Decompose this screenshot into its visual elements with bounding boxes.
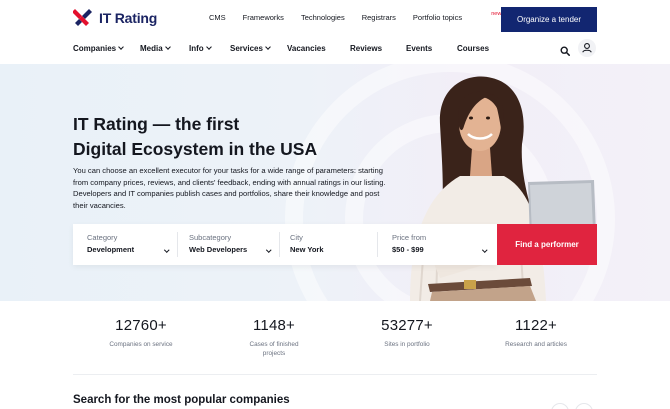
top-link-frameworks[interactable]: Frameworks xyxy=(243,13,284,22)
hero-description: You can choose an excellent executor for… xyxy=(73,166,386,210)
stat-number: 1148+ xyxy=(252,317,295,334)
nav-item-companies[interactable]: Companies xyxy=(73,44,124,53)
new-badge: new xyxy=(491,11,502,17)
field-value: New York xyxy=(290,245,324,254)
nav-item-services[interactable]: Services xyxy=(230,44,271,53)
stat-number: 53277+ xyxy=(381,317,433,334)
stat-label: Research and articles xyxy=(505,341,567,348)
nav-item-reviews[interactable]: Reviews xyxy=(350,44,382,53)
organize-tender-button[interactable]: Organize a tender xyxy=(501,7,597,32)
field-label: Category xyxy=(87,233,118,242)
nav-item-info[interactable]: Info xyxy=(189,44,212,53)
chevron-down-icon xyxy=(205,44,212,50)
find-performer-button[interactable]: Find a performer xyxy=(497,224,597,265)
field-label: Subcategory xyxy=(189,233,232,242)
logo[interactable]: IT Rating xyxy=(72,5,158,31)
nav-item-label: Courses xyxy=(457,44,490,53)
top-bar: IT Rating CMS Frameworks Technologies Re… xyxy=(0,0,670,38)
subcategory-select[interactable]: Subcategory Web Developers xyxy=(177,224,279,265)
city-select[interactable]: City New York xyxy=(279,224,377,265)
search-panel: Category Development Subcategory Web Dev… xyxy=(73,224,497,265)
nav-item-label: Info xyxy=(189,44,204,53)
nav-item-courses[interactable]: Courses xyxy=(457,44,489,53)
nav-item-label: Services xyxy=(230,44,263,53)
hero-title-line: Digital Ecosystem in the USA xyxy=(73,139,318,159)
chevron-down-icon xyxy=(164,247,170,253)
nav-item-label: Vacancies xyxy=(287,44,326,53)
chevron-down-icon xyxy=(164,44,171,50)
hero-section: IT Rating — the first Digital Ecosystem … xyxy=(0,64,670,301)
nav-item-vacancies[interactable]: Vacancies xyxy=(287,44,326,53)
logo-text: IT Rating xyxy=(99,10,158,26)
top-links: CMS Frameworks Technologies Registrars P… xyxy=(209,11,525,22)
popular-companies-title: Search for the most popular companies xyxy=(73,394,290,406)
nav-item-label: Media xyxy=(140,44,163,53)
chevron-down-icon xyxy=(265,44,271,50)
top-link-cms[interactable]: CMS xyxy=(209,13,226,22)
search-icon[interactable] xyxy=(560,43,570,56)
top-link-technologies[interactable]: Technologies xyxy=(301,13,345,22)
nav-item-label: Reviews xyxy=(350,44,383,53)
divider xyxy=(73,374,597,375)
nav-item-events[interactable]: Events xyxy=(406,44,432,53)
chevron-down-icon xyxy=(482,247,488,253)
nav-item-label: Events xyxy=(406,44,433,53)
stat-companies: 12760+ Companies on service xyxy=(81,317,201,349)
top-link-registrars[interactable]: Registrars xyxy=(362,13,396,22)
nav-item-label: Companies xyxy=(73,44,117,53)
field-label: City xyxy=(290,233,303,242)
stat-label: Sites in portfolio xyxy=(384,341,430,348)
stat-label: Cases of finished projects xyxy=(249,341,299,357)
logo-mark-icon xyxy=(72,6,93,30)
hero-woman-illustration xyxy=(410,76,596,301)
field-value: $50 - $99 xyxy=(392,245,424,254)
category-select[interactable]: Category Development xyxy=(73,224,177,265)
stat-cases: 1148+ Cases of finished projects xyxy=(214,317,334,358)
stat-label: Companies on service xyxy=(109,341,173,348)
field-value: Development xyxy=(87,245,135,254)
price-select[interactable]: Price from $50 - $99 xyxy=(377,224,497,265)
hero-title: IT Rating — the first Digital Ecosystem … xyxy=(73,112,393,162)
top-link-portfolio-topics[interactable]: Portfolio topics new xyxy=(412,11,508,22)
top-link-portfolio-topics-label: Portfolio topics xyxy=(412,13,463,22)
stat-number: 1122+ xyxy=(514,317,557,334)
field-value: Web Developers xyxy=(189,245,248,254)
stat-number: 12760+ xyxy=(115,317,167,334)
stat-research: 1122+ Research and articles xyxy=(476,317,596,349)
chevron-down-icon xyxy=(118,44,124,50)
stat-sites: 53277+ Sites in portfolio xyxy=(347,317,467,349)
nav-item-media[interactable]: Media xyxy=(140,44,171,53)
user-icon[interactable] xyxy=(578,39,596,57)
hero-title-line: IT Rating — the first xyxy=(73,114,240,134)
chevron-down-icon xyxy=(266,247,272,253)
carousel-prev-button[interactable] xyxy=(551,403,569,409)
field-label: Price from xyxy=(392,233,427,242)
carousel-next-button[interactable] xyxy=(575,403,593,409)
